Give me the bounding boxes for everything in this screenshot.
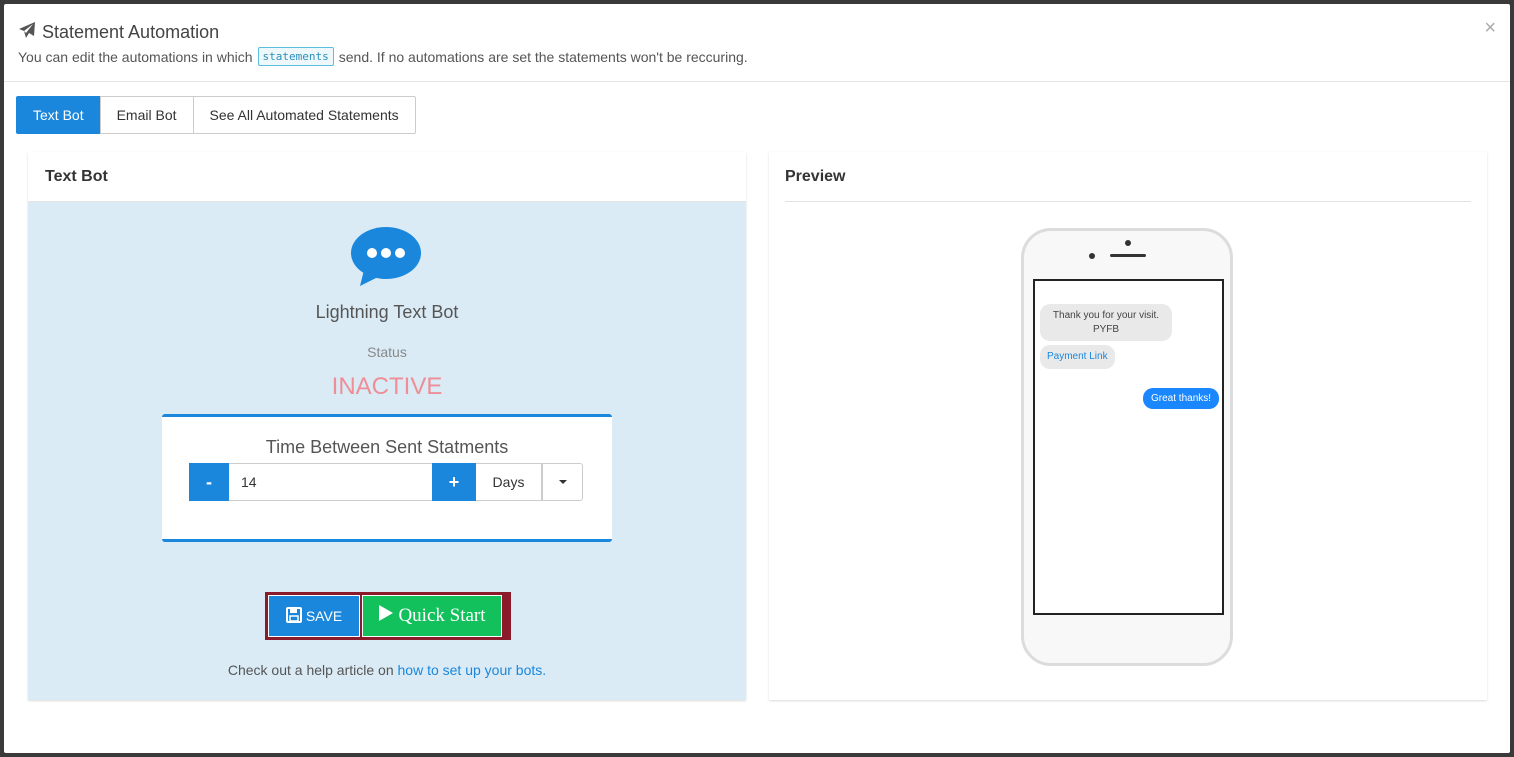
incoming-line-1: Thank you for your visit.	[1052, 310, 1160, 321]
modal-title: Statement Automation	[18, 21, 219, 44]
help-text: Check out a help article on how to set u…	[28, 662, 746, 678]
phone-screen: Thank you for your visit. PYFB Payment L…	[1033, 279, 1224, 615]
interval-title: Time Between Sent Statments	[265, 437, 509, 457]
statement-automation-modal: Statement Automation You can edit the au…	[4, 4, 1510, 753]
decrement-button[interactable]: -	[189, 463, 229, 501]
interval-input[interactable]	[229, 463, 432, 501]
sensor-dot-icon	[1089, 253, 1095, 259]
preview-heading: Preview	[785, 152, 1471, 202]
interval-unit[interactable]: Days	[476, 463, 542, 501]
bot-name: Lightning Text Bot	[315, 302, 459, 322]
close-icon[interactable]: ×	[1484, 18, 1496, 38]
phone-mockup: Thank you for your visit. PYFB Payment L…	[1021, 228, 1233, 666]
status-label: Status	[367, 344, 407, 360]
help-article-link[interactable]: how to set up your bots.	[398, 662, 547, 678]
preview-panel: Preview Thank you for your visit. PYFB P…	[769, 152, 1487, 700]
save-button[interactable]: SAVE	[268, 595, 360, 637]
quick-start-label: Quick Start	[398, 605, 486, 626]
floppy-disk-icon	[285, 606, 306, 626]
tab-text-bot[interactable]: Text Bot	[16, 96, 101, 134]
increment-button[interactable]: +	[432, 463, 476, 501]
subtitle-before: You can edit the automations in which	[18, 48, 253, 65]
help-text-prefix: Check out a help article on	[227, 662, 394, 678]
tab-email-bot[interactable]: Email Bot	[99, 96, 194, 134]
incoming-line-2: PYFB	[1092, 323, 1120, 335]
speaker-icon	[1110, 254, 1146, 257]
paper-plane-icon	[18, 21, 42, 44]
front-camera-icon	[1125, 240, 1131, 246]
caret-down-icon	[558, 480, 567, 484]
save-button-label: SAVE	[305, 608, 343, 624]
play-icon	[378, 604, 398, 628]
subtitle-after: send. If no automations are set the stat…	[338, 48, 748, 65]
modal-title-text: Statement Automation	[42, 22, 220, 42]
tab-all-automated-statements[interactable]: See All Automated Statements	[192, 96, 416, 134]
action-button-group: SAVE Quick Start	[265, 592, 511, 640]
unit-dropdown-button[interactable]	[542, 463, 583, 501]
interval-stepper: - + Days	[189, 463, 583, 501]
payment-link-message: Payment Link	[1040, 345, 1115, 369]
text-bot-panel: Text Bot Lightning Text Bot Status INACT…	[28, 152, 746, 700]
text-bot-heading: Text Bot	[28, 152, 746, 202]
interval-box: Time Between Sent Statments - + Days	[162, 414, 612, 542]
code-word: statements	[257, 47, 334, 66]
outgoing-message: Great thanks!	[1143, 388, 1220, 409]
chat-bubble-icon	[350, 226, 422, 293]
modal-subtitle: You can edit the automations in which st…	[18, 47, 748, 66]
modal-header: Statement Automation You can edit the au…	[4, 4, 1510, 82]
bot-tabs: Text Bot Email Bot See All Automated Sta…	[16, 96, 416, 134]
payment-link[interactable]: Payment Link	[1047, 351, 1108, 362]
status-value: INACTIVE	[331, 373, 443, 400]
quick-start-button[interactable]: Quick Start	[362, 595, 502, 637]
incoming-message: Thank you for your visit. PYFB	[1040, 304, 1172, 341]
